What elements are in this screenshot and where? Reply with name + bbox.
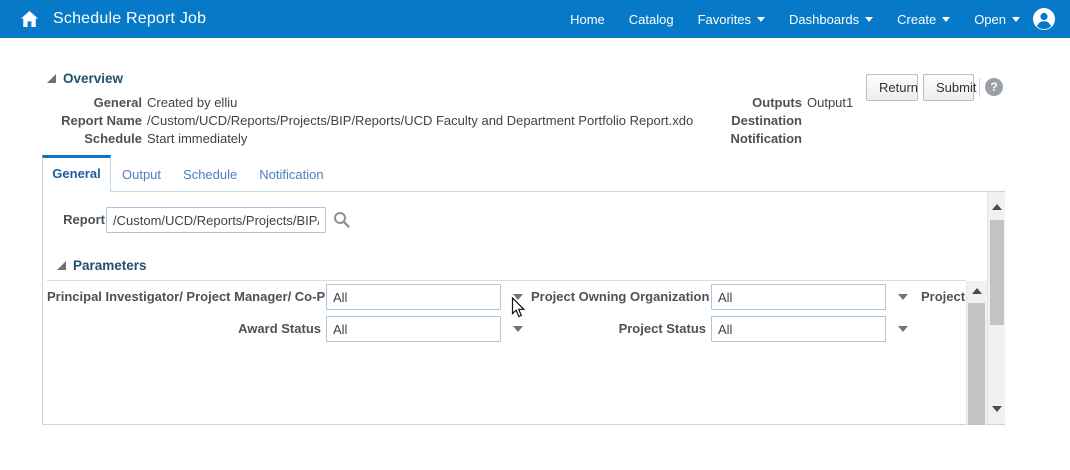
tab-schedule[interactable]: Schedule [183,160,237,190]
nav-favorites[interactable]: Favorites [698,12,765,27]
divider [979,78,980,97]
nav-open[interactable]: Open [974,12,1020,27]
tab-general[interactable]: General [42,155,111,192]
param-label-project-owning-organization: Project Owning Organization [531,284,706,310]
help-icon[interactable]: ? [985,78,1003,96]
field-label: General [42,95,142,110]
overview-left-summary: General Created by elliu Report Name /Cu… [42,95,693,146]
scroll-down-icon[interactable] [992,406,1002,412]
collapse-triangle-icon [47,74,56,83]
field-value: Created by elliu [147,95,693,110]
chevron-down-icon [865,17,873,22]
general-tab-panel: Report Parameters Principal Investigator… [42,191,1005,425]
content-scrollbar[interactable] [987,192,1005,424]
schedule-report-job-page: Schedule Report Job Home Catalog Favorit… [0,0,1070,470]
scroll-up-icon[interactable] [972,288,982,294]
overview-section-header[interactable]: Overview [47,71,123,86]
param-label-award-status: Award Status [47,316,321,342]
param-input-award-status[interactable] [326,316,501,342]
page-title: Schedule Report Job [53,10,206,28]
app-header: Schedule Report Job Home Catalog Favorit… [0,0,1070,38]
field-value [807,131,853,146]
dropdown-arrow-icon[interactable] [513,294,523,300]
chevron-down-icon [1012,17,1020,22]
report-label: Report [53,212,105,227]
overview-right-summary: Outputs Output1 Destination Notification [690,95,853,146]
dropdown-arrow-icon[interactable] [898,326,908,332]
scroll-up-icon[interactable] [992,204,1002,210]
return-button[interactable]: Return [866,74,918,101]
nav-home[interactable]: Home [570,12,605,27]
field-label: Notification [690,131,802,146]
param-input-principal-investigator[interactable] [326,284,501,310]
parameters-section-header[interactable]: Parameters [57,258,147,273]
field-value: Output1 [807,95,853,110]
parameters-scrollbar[interactable] [966,281,987,425]
parameters-title: Parameters [73,258,147,273]
top-navigation: Home Catalog Favorites Dashboards Create… [570,0,1020,38]
overview-title: Overview [63,71,123,86]
tab-notification[interactable]: Notification [259,160,323,190]
chevron-down-icon [757,17,765,22]
field-label: Report Name [42,113,142,128]
nav-dashboards[interactable]: Dashboards [789,12,873,27]
tab-bar: Output Schedule Notification [122,160,324,190]
collapse-triangle-icon [57,261,66,270]
field-label: Destination [690,113,802,128]
nav-catalog[interactable]: Catalog [629,12,674,27]
scrollbar-thumb[interactable] [968,303,985,425]
scrollbar-thumb[interactable] [990,220,1004,325]
search-icon[interactable] [333,211,350,231]
user-avatar-icon[interactable] [1032,7,1056,31]
field-value: /Custom/UCD/Reports/Projects/BIP/Reports… [147,113,693,128]
divider [47,280,966,281]
home-icon[interactable] [20,10,39,28]
dropdown-arrow-icon[interactable] [513,326,523,332]
report-path-input[interactable] [106,207,326,233]
param-input-project-status[interactable] [711,316,886,342]
param-input-project-owning-organization[interactable] [711,284,886,310]
field-value: Start immediately [147,131,693,146]
dropdown-arrow-icon[interactable] [898,294,908,300]
field-label: Schedule [42,131,142,146]
chevron-down-icon [942,17,950,22]
tab-output[interactable]: Output [122,160,161,190]
field-label: Outputs [690,95,802,110]
field-value [807,113,853,128]
param-label-principal-investigator: Principal Investigator/ Project Manager/… [47,284,321,310]
submit-button[interactable]: Submit [923,74,974,101]
param-label-project-status: Project Status [531,316,706,342]
nav-create[interactable]: Create [897,12,950,27]
